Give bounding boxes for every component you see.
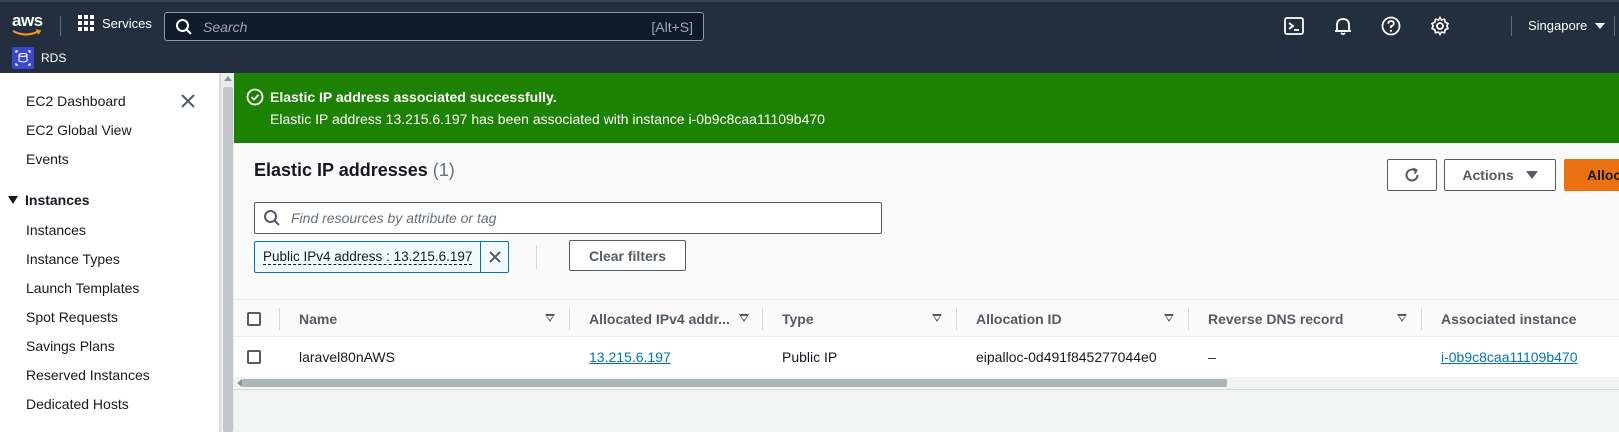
rds-service-icon[interactable] xyxy=(12,47,34,69)
sidebar-item-events[interactable]: Events xyxy=(26,151,69,167)
table-header: Name Allocated IPv4 addr... Type Allocat… xyxy=(234,299,1619,337)
panel-header: Elastic IP addresses (1) Actions Alloc P… xyxy=(234,143,1619,299)
actions-button[interactable]: Actions xyxy=(1444,159,1556,191)
scrollbar-thumb[interactable] xyxy=(242,379,1227,387)
cell-type: Public IP xyxy=(782,349,838,365)
sidebar-item-launch-templates[interactable]: Launch Templates xyxy=(26,280,139,296)
table-horizontal-scrollbar[interactable] xyxy=(234,377,1619,389)
aws-logo-text: aws xyxy=(12,11,43,30)
filter-token[interactable]: Public IPv4 address : 13.215.6.197 xyxy=(254,241,510,273)
cell-allocation-id: eipalloc-0d491f845277044e0 xyxy=(976,349,1157,365)
filter-token-label[interactable]: Public IPv4 address : 13.215.6.197 xyxy=(263,249,473,265)
sidebar-item-instance-types[interactable]: Instance Types xyxy=(26,251,120,267)
sidebar-section-label: Instances xyxy=(25,192,90,208)
filter-input[interactable] xyxy=(281,210,881,226)
sort-icon[interactable] xyxy=(1164,314,1174,322)
column-header-type[interactable]: Type xyxy=(782,311,814,327)
column-header-ipv4[interactable]: Allocated IPv4 addr... xyxy=(589,311,730,327)
column-divider[interactable] xyxy=(956,308,957,330)
sort-icon[interactable] xyxy=(545,314,555,322)
top-navigation: aws Services [Alt+S] xyxy=(0,0,1619,47)
close-icon[interactable] xyxy=(178,91,198,111)
column-divider xyxy=(279,308,280,330)
scrollbar-thumb[interactable] xyxy=(223,87,233,432)
rds-label[interactable]: RDS xyxy=(41,51,66,65)
search-icon xyxy=(176,18,192,35)
column-header-name[interactable]: Name xyxy=(299,311,337,327)
sort-icon[interactable] xyxy=(739,314,749,322)
flash-message: Elastic IP address 13.215.6.197 has been… xyxy=(270,111,825,127)
refresh-button[interactable] xyxy=(1387,159,1437,191)
page-title-text: Elastic IP addresses xyxy=(254,160,428,180)
clear-filters-button[interactable]: Clear filters xyxy=(569,240,686,271)
select-all-checkbox[interactable] xyxy=(247,312,261,326)
flash-title: Elastic IP address associated successful… xyxy=(270,89,557,105)
region-label: Singapore xyxy=(1528,18,1588,33)
success-flash-banner: Elastic IP address associated successful… xyxy=(234,73,1619,143)
column-divider[interactable] xyxy=(762,308,763,330)
sidebar-item-reserved-instances[interactable]: Reserved Instances xyxy=(26,367,150,383)
allocate-label: Alloc xyxy=(1587,167,1619,183)
page-title: Elastic IP addresses (1) xyxy=(254,160,455,181)
search-input[interactable] xyxy=(193,18,652,35)
remove-filter-button[interactable] xyxy=(480,242,508,272)
sort-icon[interactable] xyxy=(932,314,942,322)
column-header-associated-instance[interactable]: Associated instance xyxy=(1441,311,1576,327)
services-menu[interactable]: Services xyxy=(78,15,152,31)
nav-divider xyxy=(60,16,61,36)
region-selector[interactable]: Singapore xyxy=(1528,18,1606,33)
cell-name: laravel80nAWS xyxy=(299,349,395,365)
caret-down-icon xyxy=(1595,22,1606,29)
grid-icon xyxy=(78,15,94,31)
sidebar-item-savings-plans[interactable]: Savings Plans xyxy=(26,338,115,354)
aws-logo[interactable]: aws xyxy=(12,12,46,38)
caret-down-icon xyxy=(1525,171,1538,179)
filter-search[interactable] xyxy=(254,202,882,234)
search-icon xyxy=(264,210,280,226)
page-title-count: (1) xyxy=(432,160,455,180)
aws-smile-icon xyxy=(12,29,42,36)
sidebar-item-ec2-global-view[interactable]: EC2 Global View xyxy=(26,122,132,138)
help-icon[interactable] xyxy=(1380,15,1402,37)
actions-label: Actions xyxy=(1462,167,1514,183)
cell-ipv4-link[interactable]: 13.215.6.197 xyxy=(589,349,671,365)
divider xyxy=(536,245,537,269)
column-divider[interactable] xyxy=(1188,308,1189,330)
column-header-allocation-id[interactable]: Allocation ID xyxy=(976,311,1062,327)
clear-filters-label: Clear filters xyxy=(588,247,667,264)
services-label: Services xyxy=(102,15,152,31)
sidebar-item-instances[interactable]: Instances xyxy=(26,222,86,238)
nav-divider xyxy=(1511,16,1512,36)
sidebar-scrollbar[interactable] xyxy=(220,73,234,432)
cell-reverse-dns: – xyxy=(1208,349,1216,365)
favorites-bar: RDS xyxy=(0,47,1619,73)
allocate-button[interactable]: Alloc xyxy=(1564,159,1619,191)
close-icon xyxy=(489,251,501,263)
main-panel: Elastic IP addresses (1) Actions Alloc P… xyxy=(234,143,1619,432)
table-row[interactable]: laravel80nAWS 13.215.6.197 Public IP eip… xyxy=(234,337,1619,377)
details-split-panel xyxy=(234,389,1619,432)
sidebar-section-instances[interactable]: Instances xyxy=(8,192,90,208)
sidebar: EC2 Dashboard EC2 Global View Events Ins… xyxy=(0,73,220,432)
column-header-reverse-dns[interactable]: Reverse DNS record xyxy=(1208,311,1343,327)
row-checkbox[interactable] xyxy=(247,350,261,364)
scroll-up-icon[interactable] xyxy=(224,76,232,81)
sidebar-item-ec2-dashboard[interactable]: EC2 Dashboard xyxy=(26,93,126,109)
notifications-icon[interactable] xyxy=(1332,15,1354,37)
caret-down-icon xyxy=(8,196,18,204)
column-divider[interactable] xyxy=(569,308,570,330)
settings-icon[interactable] xyxy=(1429,15,1451,37)
success-check-icon xyxy=(246,88,264,106)
sidebar-item-spot-requests[interactable]: Spot Requests xyxy=(26,309,118,325)
search-shortcut: [Alt+S] xyxy=(651,18,693,35)
nav-divider xyxy=(1614,16,1615,36)
sort-icon[interactable] xyxy=(1397,314,1407,322)
cell-instance-link[interactable]: i-0b9c8caa11109b470 xyxy=(1441,349,1578,365)
search-bar[interactable]: [Alt+S] xyxy=(164,12,704,41)
cloudshell-icon[interactable] xyxy=(1283,15,1305,37)
sidebar-item-dedicated-hosts[interactable]: Dedicated Hosts xyxy=(26,396,129,412)
refresh-icon xyxy=(1405,167,1419,182)
column-divider[interactable] xyxy=(1421,308,1422,330)
